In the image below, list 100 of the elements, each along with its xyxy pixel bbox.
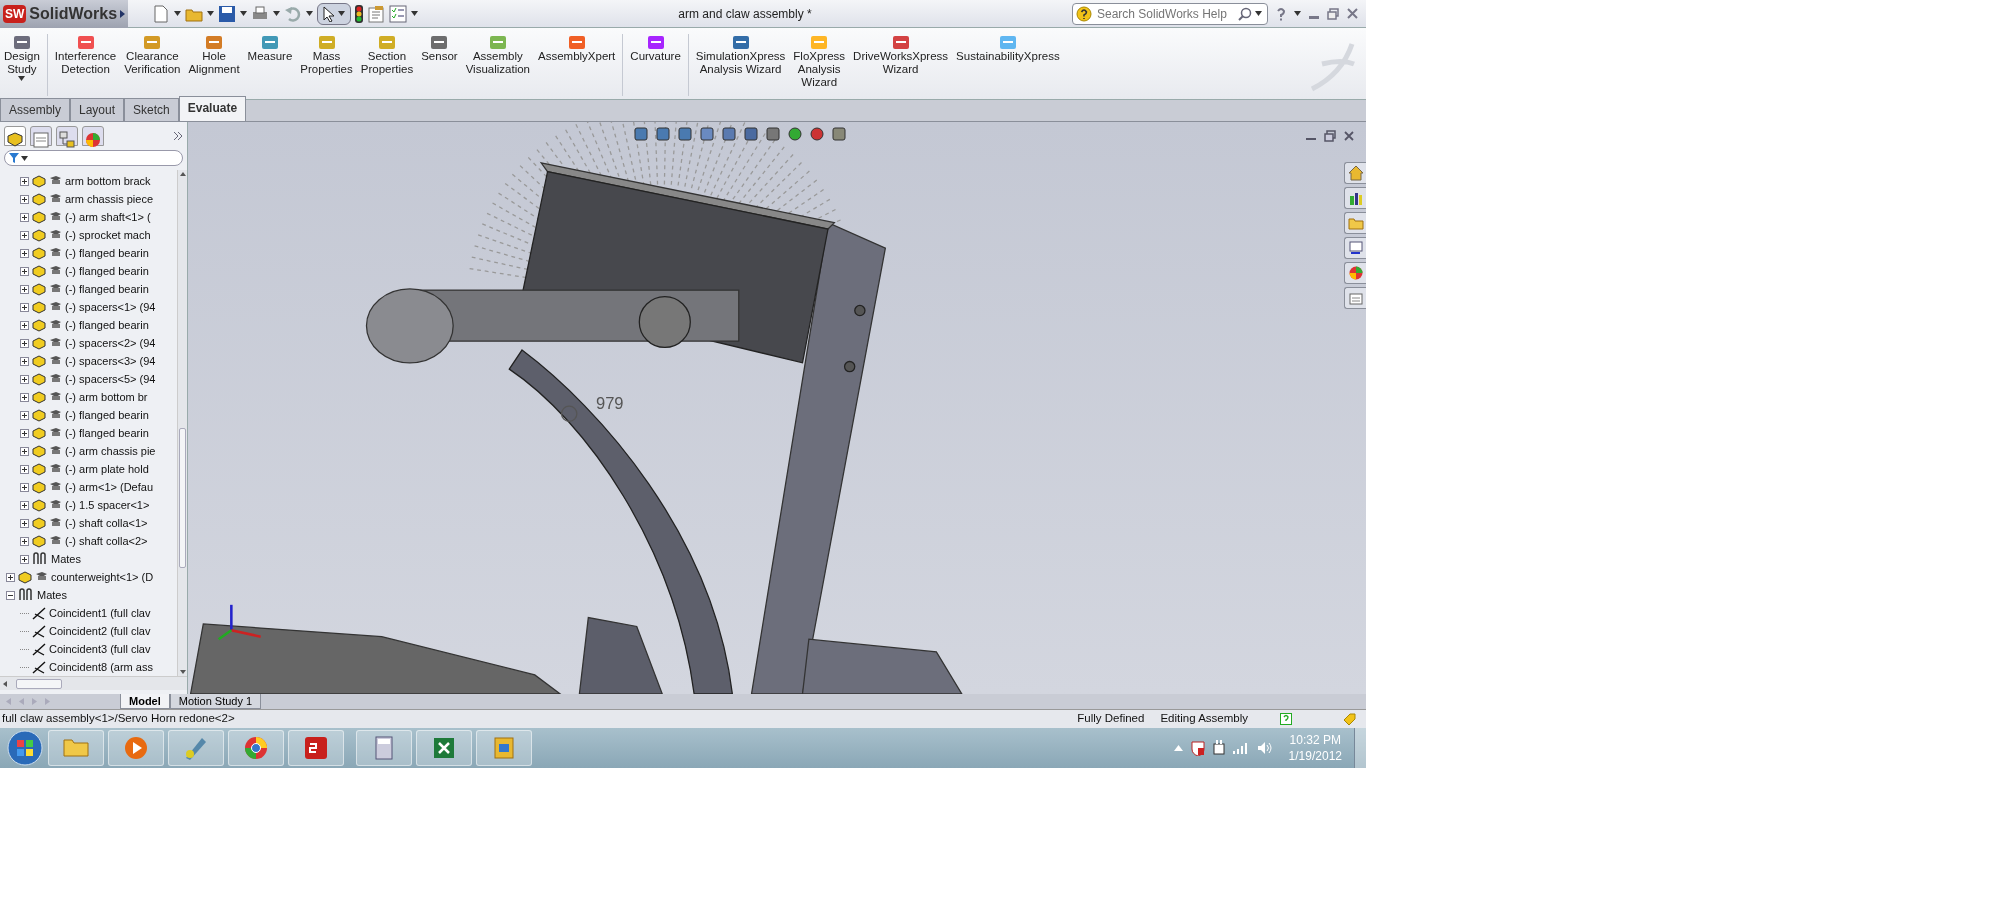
checklist-icon[interactable] bbox=[389, 4, 407, 23]
expand-icon[interactable] bbox=[20, 446, 29, 456]
taskbar-button[interactable] bbox=[108, 730, 164, 766]
tree-item[interactable]: arm chassis piece bbox=[65, 190, 154, 208]
tree-item[interactable]: (-) arm plate hold bbox=[65, 460, 149, 478]
filter-field[interactable] bbox=[4, 150, 183, 166]
ribbon-command[interactable]: Assembly Visualization bbox=[461, 34, 534, 76]
tree-item[interactable]: (-) 1.5 spacer<1> bbox=[65, 496, 150, 514]
start-button[interactable] bbox=[6, 729, 44, 767]
restore-icon[interactable] bbox=[1327, 7, 1339, 20]
ribbon-command[interactable]: Clearance Verification bbox=[120, 34, 185, 76]
expand-icon[interactable] bbox=[20, 464, 29, 474]
tree-item[interactable]: (-) arm chassis pie bbox=[65, 442, 156, 460]
ribbon-tab[interactable]: Assembly bbox=[0, 98, 70, 121]
scroll-up-icon[interactable] bbox=[178, 170, 188, 178]
task-pane-tab[interactable] bbox=[1344, 262, 1366, 284]
ribbon-command[interactable]: SimulationXpress Analysis Wizard bbox=[691, 34, 790, 76]
taskbar-button[interactable] bbox=[228, 730, 284, 766]
tree-item[interactable]: arm bottom brack bbox=[65, 172, 151, 190]
tree-item[interactable]: Coincident2 (full clav bbox=[49, 622, 151, 640]
tree-item[interactable]: Mates bbox=[37, 586, 67, 604]
tree-item[interactable]: Coincident8 (arm ass bbox=[49, 658, 153, 676]
expand-icon[interactable] bbox=[20, 338, 29, 348]
taskbar-button[interactable] bbox=[356, 730, 412, 766]
task-pane-tab[interactable] bbox=[1344, 237, 1366, 259]
taskbar-button[interactable] bbox=[476, 730, 532, 766]
ribbon-tab[interactable]: Sketch bbox=[124, 98, 179, 121]
clipboard-icon[interactable] bbox=[367, 4, 385, 23]
ribbon-command[interactable]: Measure bbox=[243, 34, 297, 63]
task-pane-tab[interactable] bbox=[1344, 162, 1366, 184]
tree-item[interactable]: (-) flanged bearin bbox=[65, 244, 149, 262]
ribbon-tab[interactable]: Evaluate bbox=[178, 96, 247, 121]
tree-item[interactable]: (-) shaft colla<2> bbox=[65, 532, 148, 550]
close-icon[interactable] bbox=[1344, 131, 1354, 141]
tag-icon[interactable] bbox=[1342, 712, 1356, 726]
tree-item[interactable]: (-) flanged bearin bbox=[65, 316, 149, 334]
expand-icon[interactable] bbox=[20, 482, 29, 492]
search-field[interactable]: Search SolidWorks Help bbox=[1072, 2, 1268, 25]
expand-icon[interactable] bbox=[20, 356, 29, 366]
tree-item[interactable]: (-) flanged bearin bbox=[65, 406, 149, 424]
expand-icon[interactable] bbox=[20, 302, 29, 312]
expand-icon[interactable] bbox=[20, 248, 29, 258]
ribbon-command[interactable]: Interference Detection bbox=[50, 34, 121, 76]
expand-chevron-icon[interactable] bbox=[173, 131, 183, 141]
taskbar-button[interactable] bbox=[416, 730, 472, 766]
expand-icon[interactable] bbox=[20, 320, 29, 330]
expand-icon[interactable] bbox=[20, 230, 29, 240]
ribbon-tab[interactable]: Layout bbox=[70, 98, 125, 121]
tree-item[interactable]: Coincident1 (full clav bbox=[49, 604, 151, 622]
tree-item[interactable]: (-) flanged bearin bbox=[65, 280, 149, 298]
tree-item[interactable]: counterweight<1> (D bbox=[51, 568, 154, 586]
horizontal-scrollbar[interactable] bbox=[0, 676, 187, 690]
ribbon-command[interactable]: Mass Properties bbox=[296, 34, 357, 76]
expand-icon[interactable] bbox=[20, 428, 29, 438]
tree-item[interactable]: (-) shaft colla<1> bbox=[65, 514, 148, 532]
save-icon[interactable] bbox=[218, 4, 236, 23]
expand-icon[interactable] bbox=[6, 572, 15, 582]
expand-icon[interactable] bbox=[20, 176, 29, 186]
task-pane-tab[interactable] bbox=[1344, 187, 1366, 209]
select-button[interactable] bbox=[317, 2, 351, 25]
tree-item[interactable]: (-) sprocket mach bbox=[65, 226, 151, 244]
tree-item[interactable]: (-) flanged bearin bbox=[65, 424, 149, 442]
power-plug-icon[interactable] bbox=[1212, 740, 1225, 756]
ribbon-command[interactable]: Section Properties bbox=[356, 34, 418, 76]
tree-item[interactable]: (-) flanged bearin bbox=[65, 262, 149, 280]
ribbon-command[interactable]: AssemblyXpert bbox=[534, 34, 620, 63]
expand-icon[interactable] bbox=[20, 284, 29, 294]
collapse-icon[interactable] bbox=[6, 590, 15, 600]
shield-icon[interactable] bbox=[1190, 740, 1205, 756]
expand-icon[interactable] bbox=[20, 194, 29, 204]
help-icon[interactable] bbox=[1280, 713, 1292, 725]
tree-item[interactable]: (-) arm bottom br bbox=[65, 388, 148, 406]
ribbon-command[interactable]: Hole Alignment bbox=[184, 34, 244, 76]
ribbon-command[interactable]: SustainabilityXpress bbox=[952, 34, 1064, 63]
expand-icon[interactable] bbox=[20, 500, 29, 510]
tree-item[interactable]: Coincident3 (full clav bbox=[49, 640, 151, 658]
restore-icon[interactable] bbox=[1324, 130, 1336, 142]
expand-icon[interactable] bbox=[20, 374, 29, 384]
close-icon[interactable] bbox=[1347, 8, 1358, 19]
menu-arrow-icon[interactable] bbox=[120, 9, 126, 18]
ribbon-command[interactable]: Sensor bbox=[417, 34, 462, 63]
ribbon-command[interactable]: FloXpress Analysis Wizard bbox=[789, 34, 850, 89]
panel-tab[interactable] bbox=[4, 126, 26, 146]
taskbar-button[interactable] bbox=[168, 730, 224, 766]
expand-icon[interactable] bbox=[20, 518, 29, 528]
help-icon[interactable] bbox=[1276, 6, 1286, 21]
expand-icon[interactable] bbox=[20, 266, 29, 276]
traffic-light-icon[interactable] bbox=[355, 4, 363, 23]
expand-icon[interactable] bbox=[20, 536, 29, 546]
expand-icon[interactable] bbox=[20, 410, 29, 420]
ribbon-command[interactable]: Design Study bbox=[0, 34, 44, 81]
tree-item[interactable]: (-) spacers<2> (94 bbox=[65, 334, 156, 352]
new-document-icon[interactable] bbox=[152, 4, 170, 23]
tree-item[interactable]: (-) arm shaft<1> ( bbox=[65, 208, 151, 226]
tree-item[interactable]: Mates bbox=[51, 550, 81, 568]
bottom-tab[interactable]: Motion Study 1 bbox=[169, 694, 262, 709]
scrollbar-thumb[interactable] bbox=[179, 428, 186, 568]
ribbon-command[interactable]: Curvature bbox=[626, 34, 685, 63]
bottom-tab[interactable]: Model bbox=[120, 694, 170, 709]
tree-item[interactable]: (-) spacers<1> (94 bbox=[65, 298, 156, 316]
